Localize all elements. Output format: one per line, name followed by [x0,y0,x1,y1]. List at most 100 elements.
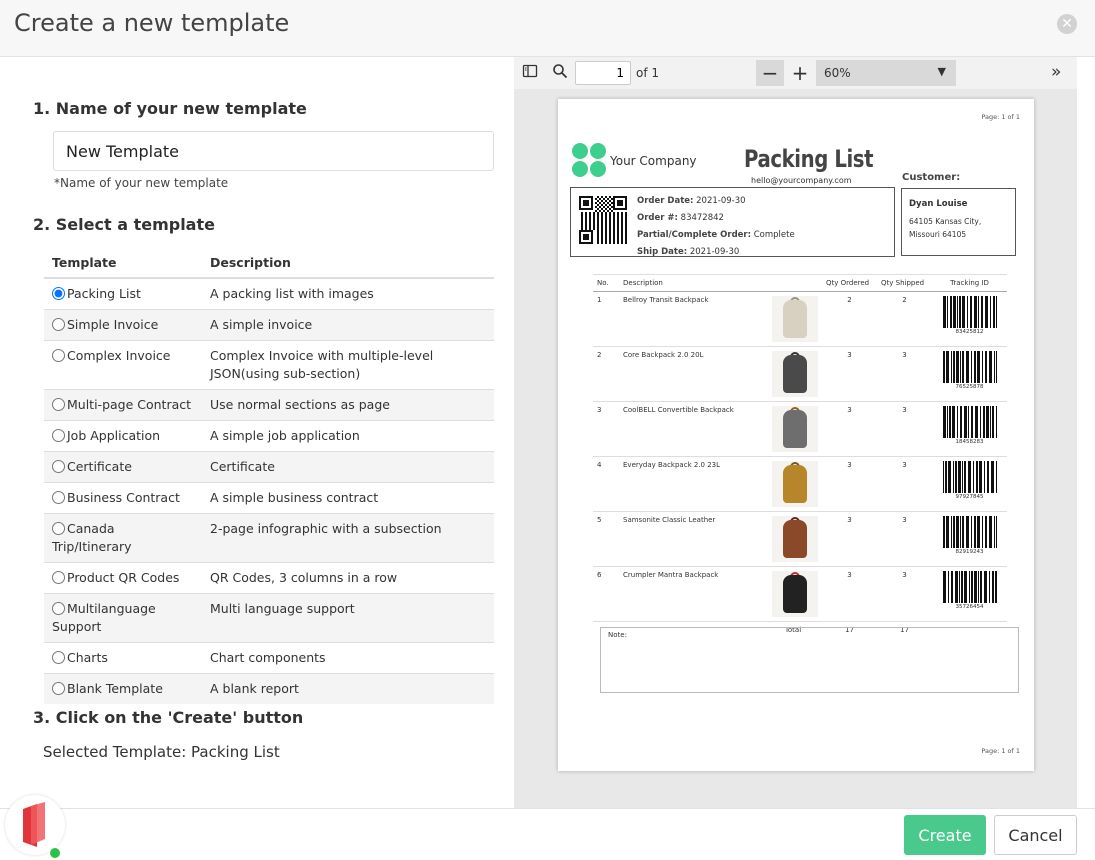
template-radio[interactable] [52,349,65,362]
template-row[interactable]: Business Contract A simple business contr… [44,482,494,514]
template-name-cell: Certificate [44,451,202,483]
company-email: hello@yourcompany.com [751,176,852,185]
cancel-button[interactable]: Cancel [994,815,1077,855]
col-template: Template [44,247,202,279]
ship-date-label: Ship Date: [637,247,688,257]
template-name-input[interactable] [53,131,494,171]
template-radio[interactable] [52,429,65,442]
items-header: No. Description Qty Ordered Qty Shipped … [593,274,1007,292]
template-row[interactable]: Multi-page Contract Use normal sections a… [44,389,494,421]
item-qty-ordered: 2 [822,291,877,347]
template-description: A packing list with images [202,277,494,310]
item-tracking-cell: 83425812 [932,291,1007,347]
order-info-box: Order Date: 2021-09-30 Order #: 83472842… [570,187,895,257]
tracking-id: 18458283 [955,439,984,445]
tracking-id: 97927845 [955,494,984,500]
template-name-hint: *Name of your new template [54,176,229,190]
template-row[interactable]: Packing List A packing list with images [44,277,494,310]
template-row[interactable]: Certificate Certificate [44,451,494,483]
template-radio[interactable] [52,602,65,615]
template-radio[interactable] [52,318,65,331]
item-qty-ordered: 3 [822,346,877,402]
template-row[interactable]: Blank Template A blank report [44,673,494,704]
template-name: Multi-page Contract [67,397,192,412]
order-partial: Complete [753,230,795,240]
zoom-select[interactable]: 60% ▼ [816,60,956,86]
template-row[interactable]: Product QR Codes QR Codes, 3 columns in a… [44,562,494,594]
item-tracking-cell: 35726454 [932,566,1007,622]
create-button[interactable]: Create [904,815,986,855]
tracking-id: 83425812 [955,329,984,335]
col-tracking: Tracking ID [932,274,1007,292]
template-radio[interactable] [52,287,65,300]
template-radio[interactable] [52,682,65,695]
dialog-footer: Create Cancel [0,808,1095,857]
item-row: 5 Samsonite Classic Leather 3 3 82919243 [593,511,1007,567]
note-label: Note: [608,631,627,639]
item-image-cell [764,291,822,347]
item-image-cell [764,566,822,622]
item-image-cell [764,346,822,402]
backpack-image [772,516,818,562]
template-name-cell: Product QR Codes [44,562,202,594]
barcode-icon [942,351,997,383]
customer-address: 64105 Kansas City, Missouri 64105 [909,215,1008,241]
order-date: 2021-09-30 [696,196,746,206]
template-radio[interactable] [52,651,65,664]
sidebar-toggle-icon[interactable] [520,63,540,83]
template-name: Packing List [67,286,141,301]
item-row: 1 Bellroy Transit Backpack 2 2 83425812 [593,291,1007,347]
pdf-page: Page: 1 of 1 Your Company Packing List h… [558,99,1034,771]
template-description: A simple invoice [202,309,494,341]
dialog-title: Create a new template [14,9,290,37]
pdf-viewer: of 1 − + 60% ▼ » Page: 1 of 1 Your Compa… [514,57,1077,808]
close-icon[interactable]: ✕ [1057,14,1077,34]
customer-address-line1: 64105 Kansas City, [909,217,982,226]
more-tools-button[interactable]: » [1051,62,1061,82]
template-name-cell: Complex Invoice [44,340,202,390]
item-tracking-cell: 18458283 [932,401,1007,457]
template-name-cell: Multilanguage Support [44,593,202,643]
template-radio[interactable] [52,571,65,584]
zoom-value: 60% [824,66,851,80]
template-row[interactable]: Canada Trip/Itinerary 2-page infographic … [44,513,494,563]
item-row: 4 Everyday Backpack 2.0 23L 3 3 97927845 [593,456,1007,512]
template-row[interactable]: Charts Chart components [44,642,494,674]
item-qty-shipped: 2 [877,291,932,347]
item-image-cell [764,456,822,512]
template-row[interactable]: Complex Invoice Complex Invoice with mult… [44,340,494,390]
template-name: Multilanguage Support [52,601,156,634]
template-name-cell: Multi-page Contract [44,389,202,421]
item-image-cell [764,511,822,567]
zoom-in-button[interactable]: + [787,60,813,86]
zoom-out-button[interactable]: − [756,60,784,86]
template-description: Complex Invoice with multiple-level JSON… [202,340,494,390]
online-status-dot [48,846,62,860]
item-description: Everyday Backpack 2.0 23L [619,456,764,512]
template-row[interactable]: Job Application A simple job application [44,420,494,452]
template-description: A blank report [202,673,494,704]
item-qty-ordered: 3 [822,401,877,457]
template-row[interactable]: Simple Invoice A simple invoice [44,309,494,341]
barcode-icon [942,571,997,603]
customer-address-line2: Missouri 64105 [909,230,967,239]
template-table-header: Template Description [44,247,494,279]
template-name-cell: Canada Trip/Itinerary [44,513,202,563]
item-qty-ordered: 3 [822,511,877,567]
item-image-cell [764,401,822,457]
item-number: 1 [593,291,619,347]
search-icon[interactable] [550,63,570,83]
template-radio[interactable] [52,522,65,535]
template-name: Product QR Codes [67,570,180,585]
step2-title: 2. Select a template [33,215,215,234]
backpack-image [772,461,818,507]
template-name: Simple Invoice [67,317,159,332]
template-radio[interactable] [52,398,65,411]
template-row[interactable]: Multilanguage Support Multi language supp… [44,593,494,643]
page-number-input[interactable] [575,61,631,85]
template-name-cell: Business Contract [44,482,202,514]
template-form: 1. Name of your new template *Name of yo… [0,57,514,808]
item-tracking-cell: 82919243 [932,511,1007,567]
template-radio[interactable] [52,460,65,473]
template-radio[interactable] [52,491,65,504]
